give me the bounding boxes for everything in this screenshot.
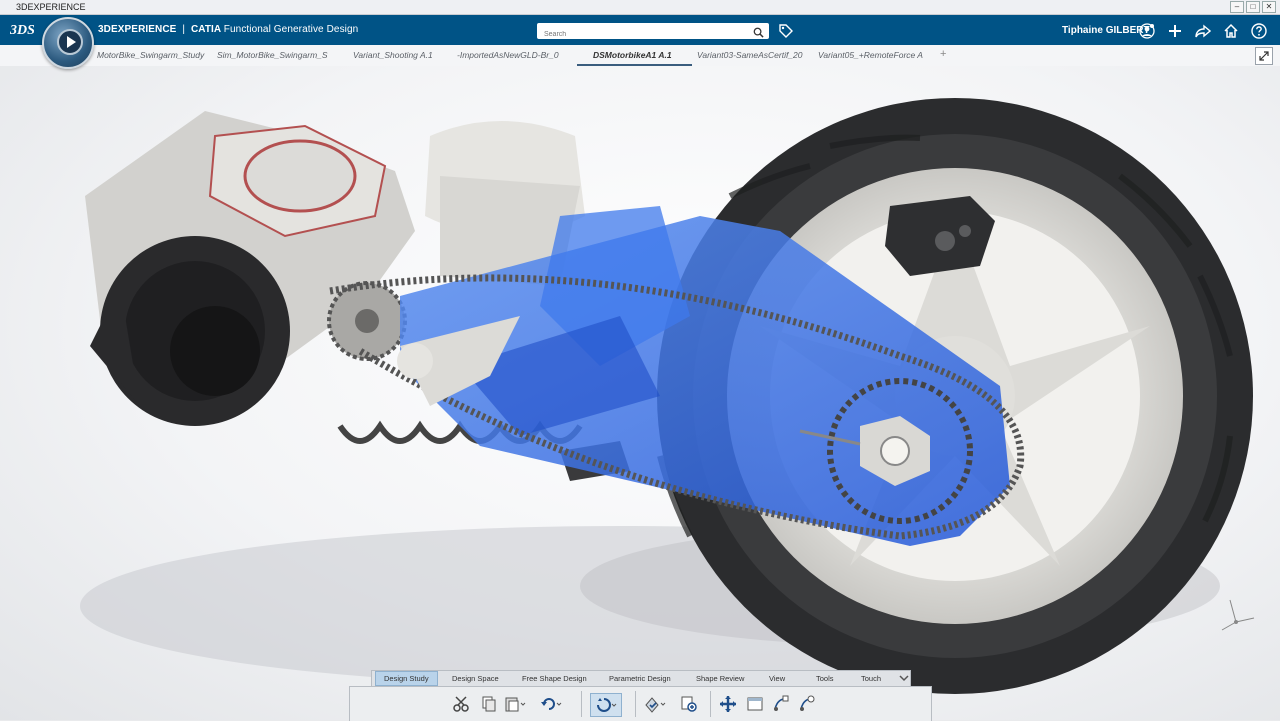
tab-variant-shooting[interactable]: Variant_Shooting A.1 [353,50,443,60]
user-name[interactable]: Tiphaine GILBERT [1062,25,1150,36]
window-title-bar: 3DEXPERIENCE – □ ✕ [0,0,1280,15]
window-title: 3DEXPERIENCE [16,2,86,12]
document-tabs: MotorBike_Swingarm_Study Sim_MotorBike_S… [0,45,1280,67]
close-button[interactable]: ✕ [1262,1,1276,13]
user-icon[interactable] [1138,22,1156,40]
minimize-button[interactable]: – [1230,1,1244,13]
motorbike-model[interactable] [0,66,1280,720]
add-tab-icon[interactable]: + [940,48,946,60]
search-input[interactable] [542,26,746,43]
brand-separator: | [182,24,186,35]
update-icon[interactable] [590,693,622,717]
help-icon[interactable] [1250,22,1268,40]
expand-icon [1259,51,1269,61]
cut-icon[interactable] [450,693,472,715]
tab-free-shape-design[interactable]: Free Shape Design [522,674,587,683]
tag-icon[interactable] [778,23,794,44]
collapse-action-bar-icon[interactable] [898,671,910,683]
ds-logo-icon: 3DS [9,21,35,42]
tab-view[interactable]: View [769,674,785,683]
design-check-icon[interactable] [644,693,666,715]
tab-touch[interactable]: Touch [861,674,881,683]
compass-icon[interactable] [42,17,94,69]
tab-variant05[interactable]: Variant05_+RemoteForce A [818,50,931,60]
tab-tools[interactable]: Tools [816,674,834,683]
tab-imported-as-new-gld[interactable]: -ImportedAsNewGLD-Br_0 [457,50,572,60]
undo-icon[interactable] [540,693,562,715]
tab-motorbike-swingarm-study[interactable]: MotorBike_Swingarm_Study [97,50,211,60]
share-icon[interactable] [1194,22,1212,40]
tab-dsmotorbike-a1[interactable]: DSMotorbikeA1 A.1 [593,50,685,60]
app-header: 3DEXPERIENCE | CATIA Functional Generati… [0,15,1280,45]
plus-icon[interactable] [1166,22,1184,40]
product-name: CATIA [190,24,221,35]
search-icon[interactable] [753,25,764,43]
tab-sim-motorbike-swingarm[interactable]: Sim_MotorBike_Swingarm_S [217,50,334,60]
add-feature-icon[interactable] [678,693,700,715]
edit-shape-icon[interactable] [770,693,792,715]
3d-viewport[interactable] [0,66,1280,720]
section-view-icon[interactable] [744,693,766,715]
search-box[interactable] [537,23,769,43]
svg-text:3DS: 3DS [10,23,34,37]
paste-icon[interactable] [504,693,526,715]
refine-shape-icon[interactable] [796,693,818,715]
action-toolbar [349,686,932,721]
app-name: Functional Generative Design [223,24,359,35]
brake-caliper [885,196,995,276]
axis-triad-icon[interactable] [1218,596,1258,641]
tab-variant03[interactable]: Variant03-SameAsCertif_20 [697,50,813,60]
home-icon[interactable] [1222,22,1240,40]
action-bar-tabs: Design Study Design Space Free Shape Des… [371,670,911,687]
tab-shape-review[interactable]: Shape Review [696,674,744,683]
robot-icon[interactable] [717,693,739,715]
tab-design-study[interactable]: Design Study [375,671,438,686]
brand-name: 3DEXPERIENCE [98,24,177,35]
tab-design-space[interactable]: Design Space [452,674,499,683]
app-brand: 3DEXPERIENCE | CATIA Functional Generati… [98,24,358,35]
copy-icon[interactable] [478,693,500,715]
maximize-button[interactable]: □ [1246,1,1260,13]
tab-parametric-design[interactable]: Parametric Design [609,674,671,683]
fullscreen-button[interactable] [1255,47,1273,65]
